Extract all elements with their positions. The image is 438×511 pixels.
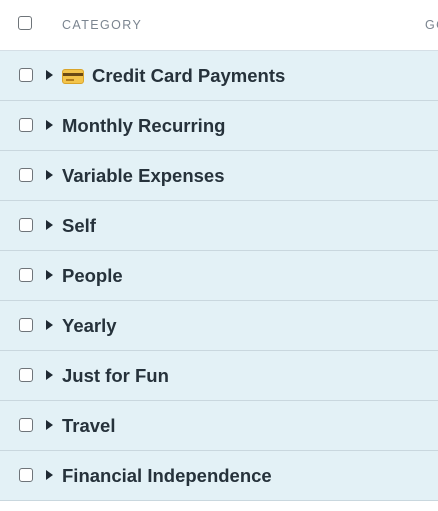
expand-caret-icon[interactable] [46,270,53,280]
category-group-name[interactable]: Variable Expenses [62,165,225,187]
category-group-row[interactable]: Variable Expenses [0,151,438,201]
category-group-row[interactable]: Monthly Recurring [0,101,438,151]
category-group-name[interactable]: People [62,265,123,287]
row-checkbox[interactable] [19,418,33,432]
category-group-row[interactable]: Just for Fun [0,351,438,401]
expand-caret-icon[interactable] [46,370,53,380]
category-group-row[interactable]: Financial Independence [0,451,438,501]
category-column-header[interactable]: CATEGORY [62,18,142,32]
table-header: CATEGORY GO [0,0,438,51]
category-group-row[interactable]: Self [0,201,438,251]
row-checkbox[interactable] [19,318,33,332]
category-group-name[interactable]: Monthly Recurring [62,115,225,137]
category-group-list: Credit Card Payments Monthly Recurring V… [0,51,438,501]
expand-caret-icon[interactable] [46,220,53,230]
category-group-name[interactable]: Travel [62,415,116,437]
category-group-name[interactable]: Self [62,215,96,237]
expand-caret-icon[interactable] [46,70,53,80]
category-group-name[interactable]: Financial Independence [62,465,272,487]
row-checkbox[interactable] [19,68,33,82]
expand-caret-icon[interactable] [46,120,53,130]
category-group-label: Credit Card Payments [92,65,286,86]
category-group-name[interactable]: Yearly [62,315,117,337]
expand-caret-icon[interactable] [46,320,53,330]
category-group-name[interactable]: Just for Fun [62,365,169,387]
expand-caret-icon[interactable] [46,470,53,480]
goal-column-header[interactable]: GO [425,18,438,32]
row-checkbox[interactable] [19,168,33,182]
credit-card-icon [62,68,84,84]
row-checkbox[interactable] [19,368,33,382]
select-all-checkbox[interactable] [18,16,32,30]
category-group-row[interactable]: Credit Card Payments [0,51,438,101]
row-checkbox[interactable] [19,268,33,282]
row-checkbox[interactable] [19,468,33,482]
expand-caret-icon[interactable] [46,170,53,180]
category-group-name[interactable]: Credit Card Payments [62,65,285,87]
budget-category-table: CATEGORY GO Credit Card Payments Monthly… [0,0,438,511]
expand-caret-icon[interactable] [46,420,53,430]
category-group-row[interactable]: Yearly [0,301,438,351]
category-group-row[interactable]: Travel [0,401,438,451]
category-group-row[interactable]: People [0,251,438,301]
row-checkbox[interactable] [19,118,33,132]
row-checkbox[interactable] [19,218,33,232]
